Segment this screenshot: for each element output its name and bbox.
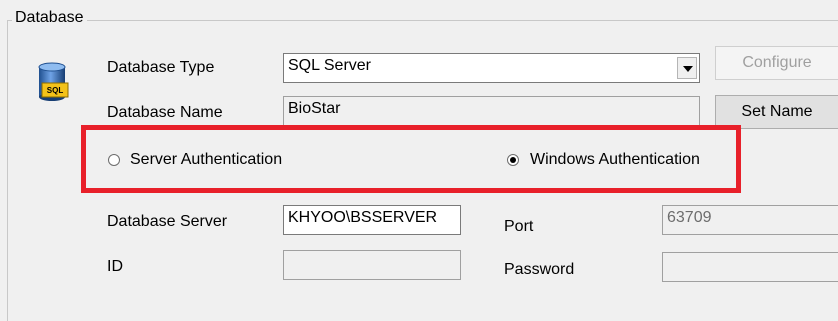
password-field[interactable] <box>662 252 838 282</box>
id-label: ID <box>107 258 123 275</box>
server-authentication-radio[interactable] <box>108 154 120 166</box>
sql-badge-text: SQL <box>47 86 64 95</box>
database-type-value: SQL Server <box>288 57 371 74</box>
windows-authentication-label[interactable]: Windows Authentication <box>530 151 700 169</box>
chevron-down-icon[interactable] <box>677 57 697 79</box>
password-label: Password <box>504 261 575 278</box>
id-field[interactable] <box>283 250 461 280</box>
database-type-label: Database Type <box>107 59 215 76</box>
database-name-field[interactable]: BioStar <box>283 96 700 126</box>
database-type-combobox[interactable]: SQL Server <box>283 53 700 83</box>
configure-button[interactable]: Configure <box>715 46 838 80</box>
set-name-button[interactable]: Set Name <box>715 95 838 129</box>
group-title: Database <box>12 9 87 27</box>
database-server-label: Database Server <box>107 213 228 230</box>
database-name-label: Database Name <box>107 104 223 121</box>
port-label: Port <box>504 218 534 235</box>
windows-authentication-radio[interactable] <box>507 154 519 166</box>
port-field[interactable]: 63709 <box>662 205 838 235</box>
database-sql-icon: SQL <box>38 62 69 101</box>
database-server-field[interactable]: KHYOO\BSSERVER <box>283 205 461 235</box>
server-authentication-label[interactable]: Server Authentication <box>130 151 282 169</box>
